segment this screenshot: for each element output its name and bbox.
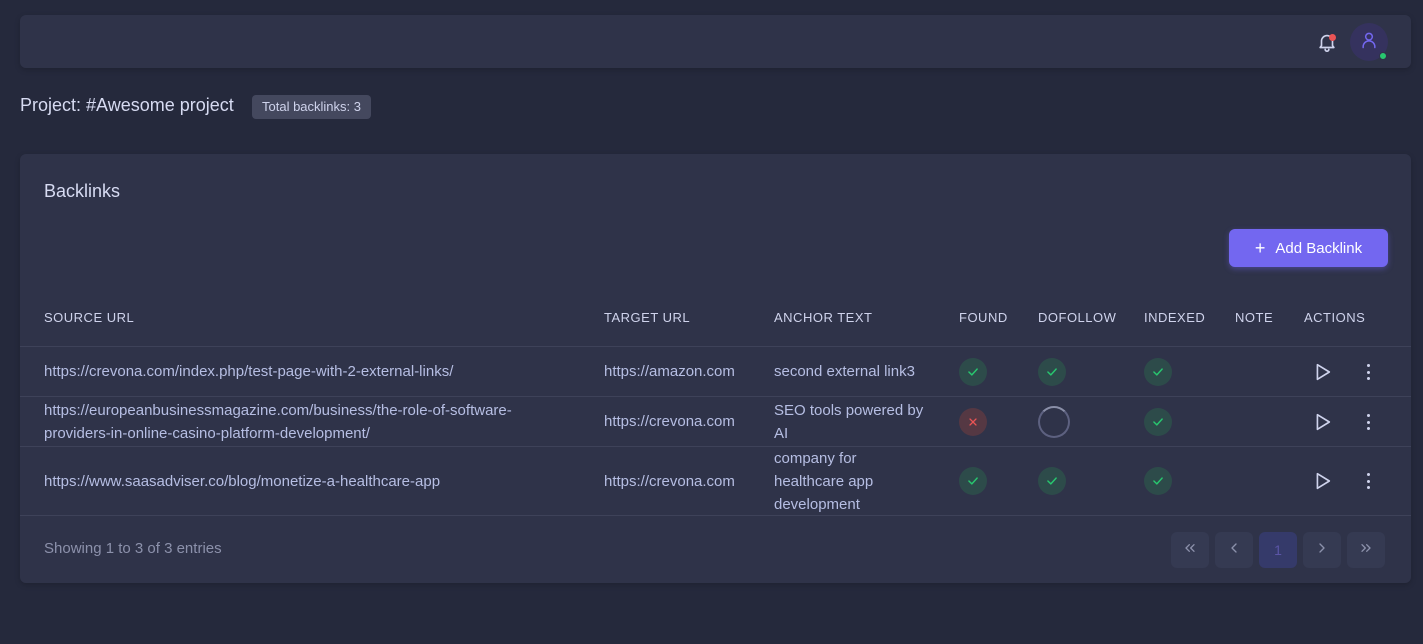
anchor-text: healthcare app	[774, 473, 874, 490]
found-check-icon	[959, 358, 987, 386]
play-icon[interactable]	[1311, 361, 1333, 383]
entries-info: Showing 1 to 3 of 3 entries	[44, 540, 222, 557]
dofollow-check-icon	[1038, 358, 1066, 386]
more-vertical-icon[interactable]	[1363, 470, 1373, 492]
top-navbar	[20, 15, 1411, 68]
previous-page-button[interactable]	[1215, 532, 1253, 568]
total-backlinks-badge: Total backlinks: 3	[252, 95, 371, 119]
anchor-text: AI	[774, 425, 789, 442]
found-cross-icon	[959, 408, 987, 436]
anchor-text-cell: second external link3	[774, 360, 915, 383]
source-url-cell[interactable]: https://crevona.com/index.php/test-page-…	[44, 360, 453, 383]
column-header-note[interactable]: NOTE	[1235, 310, 1273, 325]
found-check-icon	[959, 467, 987, 495]
add-backlink-button[interactable]: + Add Backlink	[1229, 229, 1388, 267]
page-button-current[interactable]: 1	[1259, 532, 1297, 568]
table-row: https://crevona.com/index.php/test-page-…	[20, 346, 1411, 396]
plus-icon: +	[1254, 238, 1266, 258]
anchor-text: company for	[774, 450, 857, 467]
column-header-actions: ACTIONS	[1304, 310, 1366, 325]
source-url-text: https://crevona.com/index.php/test-page-…	[44, 363, 454, 380]
anchor-text: SEO tools powered by	[774, 402, 924, 419]
next-page-button[interactable]	[1303, 532, 1341, 568]
target-url-cell[interactable]: https://crevona.com	[604, 410, 735, 433]
anchor-text-cell: SEO tools powered by AI	[774, 399, 923, 445]
play-icon[interactable]	[1311, 411, 1333, 433]
add-backlink-label: Add Backlink	[1275, 239, 1363, 257]
column-header-source-url[interactable]: SOURCE URL	[44, 310, 134, 325]
target-url-cell[interactable]: https://amazon.com	[604, 360, 735, 383]
dofollow-check-icon	[1038, 467, 1066, 495]
play-icon[interactable]	[1311, 470, 1333, 492]
more-vertical-icon[interactable]	[1363, 411, 1373, 433]
notification-dot	[1329, 34, 1336, 41]
card-title: Backlinks	[44, 181, 121, 201]
column-header-dofollow[interactable]: DOFOLLOW	[1038, 310, 1116, 325]
anchor-text: development	[774, 496, 860, 513]
source-url-text: https://www.saasadviser.co/blog/monetize…	[44, 473, 441, 490]
column-header-anchor-text[interactable]: ANCHOR TEXT	[774, 310, 872, 325]
target-url-cell[interactable]: https://crevona.com	[604, 470, 735, 493]
source-url-text: providers-in-online-casino-platform-deve…	[44, 425, 370, 442]
indexed-check-icon	[1144, 408, 1172, 436]
user-icon	[1359, 30, 1379, 55]
loading-spinner-icon	[1038, 406, 1070, 438]
page-title: Project: #Awesome project	[20, 95, 234, 115]
backlinks-card: Backlinks + Add Backlink SOURCE URL TARG…	[20, 154, 1411, 583]
chevron-right-icon	[1314, 540, 1330, 561]
column-header-indexed[interactable]: INDEXED	[1144, 310, 1205, 325]
anchor-text: second external link3	[774, 363, 915, 380]
column-header-found[interactable]: FOUND	[959, 310, 1008, 325]
chevrons-left-icon	[1182, 540, 1198, 561]
indexed-check-icon	[1144, 358, 1172, 386]
source-url-cell[interactable]: https://europeanbusinessmagazine.com/bus…	[44, 399, 512, 445]
chevron-left-icon	[1226, 540, 1242, 561]
anchor-text-cell: company for healthcare app development	[774, 447, 873, 516]
table-row: https://www.saasadviser.co/blog/monetize…	[20, 446, 1411, 515]
indexed-check-icon	[1144, 467, 1172, 495]
table-footer-divider	[20, 515, 1411, 516]
source-url-cell[interactable]: https://www.saasadviser.co/blog/monetize…	[44, 470, 440, 493]
source-url-text: https://europeanbusinessmagazine.com/bus…	[44, 402, 512, 419]
column-header-target-url[interactable]: TARGET URL	[604, 310, 690, 325]
chevrons-right-icon	[1358, 540, 1374, 561]
last-page-button[interactable]	[1347, 532, 1385, 568]
first-page-button[interactable]	[1171, 532, 1209, 568]
online-status-dot	[1379, 52, 1387, 60]
table-row: https://europeanbusinessmagazine.com/bus…	[20, 396, 1411, 446]
more-vertical-icon[interactable]	[1363, 361, 1373, 383]
